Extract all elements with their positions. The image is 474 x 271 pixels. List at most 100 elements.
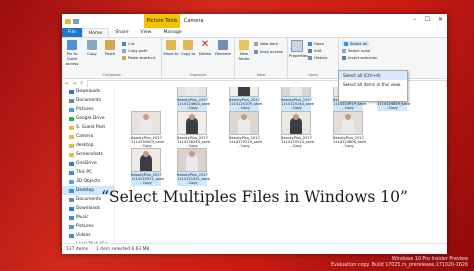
nav-item[interactable]: Pictures bbox=[62, 222, 114, 231]
nav-item[interactable]: Google Drive bbox=[62, 114, 114, 123]
nav-item[interactable]: OneDrive bbox=[62, 159, 114, 168]
edit-label: Edit bbox=[314, 48, 322, 53]
copy-to-label: Copy to bbox=[180, 51, 196, 56]
history-label: History bbox=[314, 55, 328, 60]
folder-icon bbox=[69, 125, 74, 130]
file-item[interactable]: BeautyPlus_2017 1114123606_save - Copy bbox=[333, 111, 366, 149]
new-item-label: New item bbox=[260, 41, 279, 46]
explorer-window: Picture Tools Camera – ☐ ✕ File Home Sha… bbox=[62, 14, 447, 254]
forward-arrow-icon[interactable]: → bbox=[72, 81, 76, 87]
file-item[interactable]: BeautyPlus_2017 1114125219_save - Copy bbox=[229, 111, 262, 149]
file-item[interactable]: BeautyPlus_2017 1114125514_save - Copy bbox=[281, 111, 314, 149]
folder-icon bbox=[69, 215, 74, 220]
new-item-button[interactable]: New item bbox=[254, 41, 278, 46]
folder-icon bbox=[69, 206, 74, 211]
invert-selection-label: Invert selection bbox=[348, 55, 378, 60]
rename-button[interactable]: Rename bbox=[215, 40, 231, 56]
cut-button[interactable]: Cut bbox=[122, 41, 135, 46]
file-name: - Copy bbox=[290, 106, 302, 111]
nav-item[interactable]: Videos bbox=[62, 231, 114, 240]
nav-item[interactable]: Camera bbox=[62, 132, 114, 141]
copy-to-button[interactable]: Copy to bbox=[180, 40, 196, 56]
tab-manage[interactable]: Manage bbox=[157, 28, 187, 37]
nav-item-label: Camera bbox=[76, 134, 94, 139]
clipboard-group: Pin to Quick access Copy Paste Cut Copy … bbox=[62, 38, 162, 78]
folder-icon bbox=[69, 152, 74, 157]
nav-item[interactable]: 3D Objects bbox=[62, 177, 114, 186]
shortcut-icon bbox=[122, 55, 126, 60]
nav-item-label: 3D Objects bbox=[76, 179, 101, 184]
tab-view[interactable]: View bbox=[135, 28, 158, 37]
minimize-button[interactable]: – bbox=[414, 16, 417, 23]
paste-button[interactable]: Paste bbox=[102, 40, 118, 56]
open-label: Open bbox=[314, 41, 325, 46]
person-head bbox=[345, 114, 351, 120]
navigation-pane: Downloads Documents Pictures Google Drive S.… bbox=[62, 87, 115, 254]
folder-icon[interactable] bbox=[65, 18, 71, 24]
copy-path-icon bbox=[122, 48, 126, 53]
open-button[interactable]: Open bbox=[308, 41, 324, 46]
cut-label: Cut bbox=[128, 41, 135, 46]
copy-button[interactable]: Copy bbox=[84, 40, 100, 56]
delete-button[interactable]: ✕ Delete bbox=[197, 40, 213, 57]
file-name: - Copy bbox=[186, 106, 198, 111]
person-figure bbox=[238, 87, 250, 96]
nav-item[interactable]: Downloads bbox=[62, 87, 114, 96]
nav-item-label: S. Guest Post bbox=[76, 125, 106, 130]
pin-button[interactable]: Pin to Quick access bbox=[64, 40, 80, 66]
file-item[interactable]: BeautyPlus_2017 1114130003_save - Copy bbox=[131, 111, 164, 149]
nav-item[interactable]: Documents bbox=[62, 96, 114, 105]
file-item[interactable]: BeautyPlus_2017 1114125144_save - Copy bbox=[281, 87, 314, 111]
nav-item[interactable]: Pictures bbox=[62, 105, 114, 114]
nav-item[interactable]: desktop bbox=[62, 141, 114, 150]
close-button[interactable]: ✕ bbox=[438, 16, 443, 23]
file-item[interactable]: BeautyPlus_2017 1114125109_save - Copy bbox=[229, 87, 262, 111]
copy-path-button[interactable]: Copy path bbox=[122, 48, 147, 53]
tab-home[interactable]: Home bbox=[81, 28, 110, 37]
tooltip-title: Select all (Ctrl+A) bbox=[339, 71, 407, 80]
file-item[interactable]: BeautyPlus_2017 1114126244_save - Copy bbox=[177, 111, 210, 149]
file-item[interactable]: BeautyPlus_2017 1114121251_save - Copy bbox=[177, 148, 210, 186]
quick-access-toolbar[interactable] bbox=[62, 18, 79, 24]
select-none-icon bbox=[342, 48, 346, 53]
scissors-icon bbox=[122, 41, 126, 46]
photo-thumbnail bbox=[229, 111, 259, 135]
picture-tools-tab[interactable]: Picture Tools bbox=[144, 14, 180, 28]
new-item-icon bbox=[254, 41, 258, 46]
nav-item-label: Pictures bbox=[76, 224, 94, 229]
history-button[interactable]: History bbox=[308, 55, 328, 60]
file-item[interactable]: BeautyPlus_2017 1114125521_save - Copy bbox=[131, 148, 164, 186]
properties-button[interactable]: Properties bbox=[289, 40, 308, 58]
open-group: Properties Open Edit History Open bbox=[288, 38, 339, 78]
properties-icon bbox=[291, 40, 303, 52]
paste-shortcut-button[interactable]: Paste shortcut bbox=[122, 55, 155, 60]
pin-icon bbox=[67, 40, 77, 50]
file-name: - Copy bbox=[238, 106, 250, 111]
new-folder-button[interactable]: New folder bbox=[236, 40, 252, 61]
move-label: Move to bbox=[163, 51, 179, 56]
nav-item[interactable]: Screenshots bbox=[62, 150, 114, 159]
pin-label: Pin to Quick access bbox=[65, 51, 79, 66]
folder-icon bbox=[69, 143, 74, 148]
move-to-button[interactable]: Move to bbox=[163, 40, 179, 56]
folder-icon[interactable] bbox=[73, 18, 79, 24]
edit-button[interactable]: Edit bbox=[308, 48, 321, 53]
up-arrow-icon[interactable]: ↑ bbox=[79, 81, 83, 87]
title-bar: Picture Tools Camera – ☐ ✕ bbox=[62, 14, 447, 28]
tab-share[interactable]: Share bbox=[109, 28, 134, 37]
folder-icon bbox=[69, 116, 74, 121]
selection-info: 1 item selected 6.63 MB bbox=[95, 246, 150, 252]
select-none-button[interactable]: Select none bbox=[342, 48, 370, 53]
nav-item[interactable]: This PC bbox=[62, 168, 114, 177]
easy-access-button[interactable]: Easy access bbox=[254, 49, 283, 54]
back-arrow-icon[interactable]: ← bbox=[65, 81, 69, 87]
maximize-button[interactable]: ☐ bbox=[425, 16, 430, 23]
nav-item[interactable]: Music bbox=[62, 213, 114, 222]
select-all-button[interactable]: Select all bbox=[342, 41, 370, 46]
windows-watermark: Windows 10 Pro Insider Preview Evaluatio… bbox=[331, 257, 468, 269]
tab-file[interactable]: File bbox=[62, 28, 82, 37]
nav-item[interactable]: S. Guest Post bbox=[62, 123, 114, 132]
invert-selection-button[interactable]: Invert selection bbox=[342, 55, 377, 60]
rename-icon bbox=[218, 40, 228, 50]
file-item[interactable]: BeautyPlus_2017 1114124600_save - Copy bbox=[177, 87, 210, 111]
